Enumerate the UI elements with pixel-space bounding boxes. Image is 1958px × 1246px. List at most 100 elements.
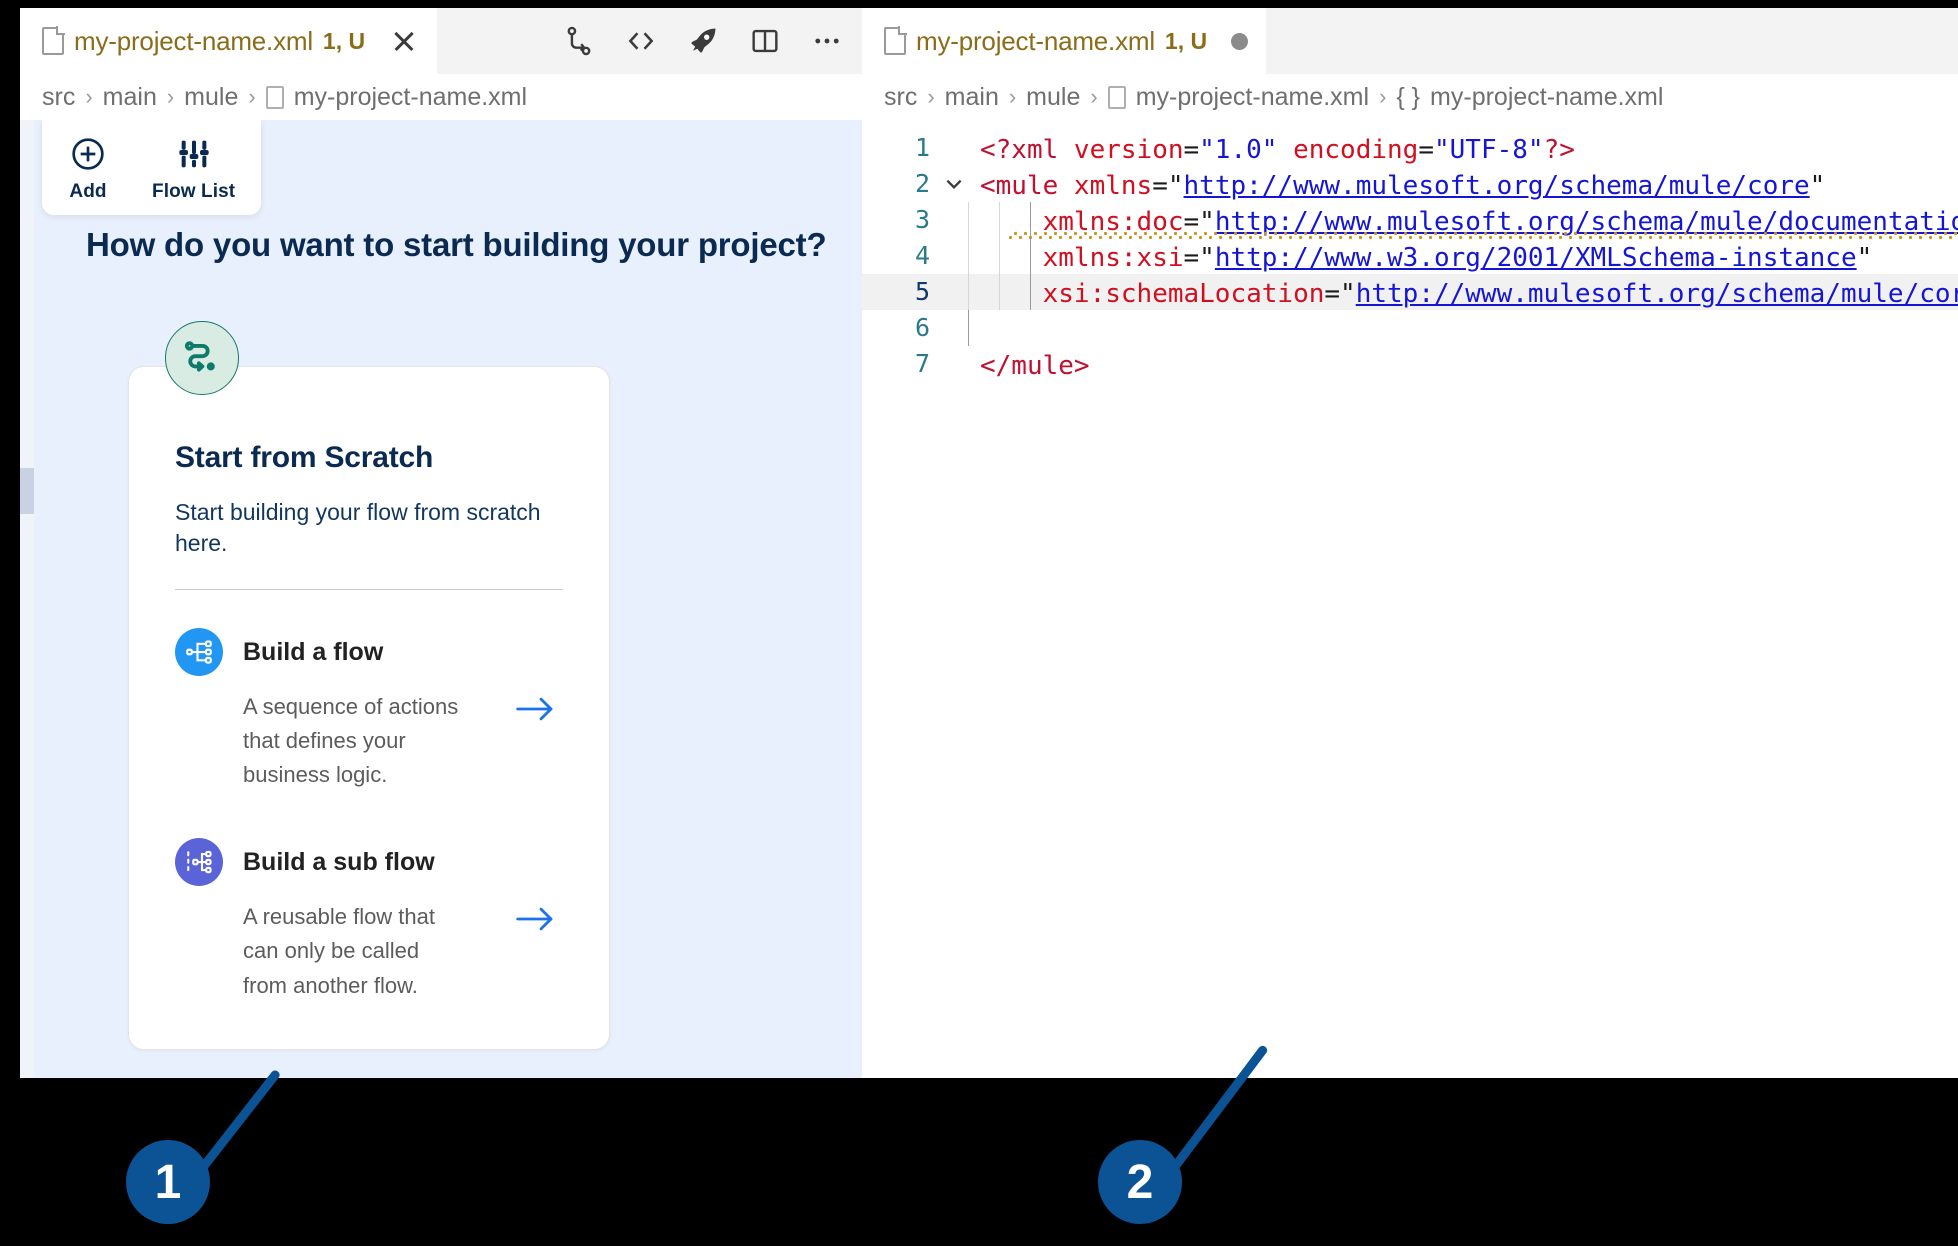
option-build-a-sub-flow[interactable]: Build a sub flow A reusable flow that ca… [175, 838, 563, 1002]
code-line[interactable]: 3 xmlns:doc="http://www.mulesoft.org/sch… [862, 202, 1958, 239]
flow-list-button-label: Flow List [152, 181, 236, 202]
card-subtitle: Start building your flow from scratch he… [175, 499, 541, 557]
arrow-right-icon[interactable] [515, 904, 555, 934]
right-tab-badge: 1, U [1164, 27, 1208, 54]
run-rocket-icon[interactable] [686, 24, 720, 58]
code-text: <?xml version="1.0" encoding="UTF‑8"?> [980, 132, 1575, 168]
chevron-right-icon: › [248, 84, 256, 109]
left-tabbar-actions [562, 8, 844, 74]
canvas-toolbar: Add Flow List [42, 120, 262, 215]
more-actions-icon[interactable] [810, 24, 844, 58]
code-text: xmlns:xsi="http://www.w3.org/2001/XMLSch… [980, 240, 1873, 276]
code-token: = [1418, 135, 1434, 165]
code-token: " [1340, 279, 1356, 309]
code-token: encoding [1293, 135, 1419, 165]
code-token: " [1809, 171, 1826, 201]
indent-guide [968, 274, 969, 310]
divider [175, 589, 563, 591]
file-icon [884, 26, 907, 55]
option-title: Build a sub flow [243, 847, 435, 876]
breadcrumb-symbol[interactable]: my-project-name.xml [1430, 83, 1663, 112]
code-line[interactable]: 5 xsi:schemaLocation="http://www.mulesof… [862, 274, 1958, 310]
code-text: </mule> [980, 348, 1090, 384]
code-token: xmlns:xsi [1042, 243, 1184, 273]
code-line[interactable]: 2 <mule xmlns="http://www.mulesoft.org/sc… [862, 166, 1958, 202]
start-from-scratch-card: Start from Scratch Start building your f… [128, 321, 610, 1050]
code-token: " [1167, 171, 1184, 201]
code-token: <?xml [980, 135, 1074, 165]
code-token: = [1324, 279, 1341, 309]
plus-circle-icon [72, 138, 104, 170]
code-line[interactable]: 6 [862, 310, 1958, 346]
callout-marker-2: 2 [1098, 1140, 1182, 1224]
start-building-panel: Add Flow List How do you want to start b… [20, 120, 862, 1078]
option-header: Build a flow [175, 628, 563, 677]
breadcrumb-item-file[interactable]: my-project-name.xml [294, 83, 527, 112]
code-token: = [1183, 135, 1200, 165]
code-token: http://www.mulesoft.org/schema/mule/core [1355, 279, 1958, 309]
breadcrumb-item-main[interactable]: main [103, 83, 157, 112]
right-tab-filename: my-project-name.xml [916, 25, 1155, 56]
breadcrumb-item-src[interactable]: src [42, 83, 75, 112]
arrow-right-icon[interactable] [515, 694, 555, 724]
screenshot-root: my-project-name.xml 1, U src › main › mu… [0, 0, 1958, 1246]
panel-scrollbar[interactable] [20, 120, 34, 1078]
source-control-icon[interactable] [562, 24, 596, 58]
code-text: xsi:schemaLocation="http://www.mulesoft.… [980, 276, 1958, 312]
option-build-a-flow[interactable]: Build a flow A sequence of actions that … [175, 628, 563, 792]
line-number: 5 [914, 277, 930, 306]
code-token: version [1073, 135, 1184, 165]
page-title: How do you want to start building your p… [86, 226, 827, 263]
code-line[interactable]: 7 </mule> [862, 346, 1958, 382]
right-tab-my-project-name-xml[interactable]: my-project-name.xml 1, U [862, 8, 1267, 74]
code-line[interactable]: 4 xmlns:xsi="http://www.w3.org/2001/XMLS… [862, 238, 1958, 274]
indent-guide [968, 238, 969, 274]
file-icon [42, 26, 65, 55]
line-number: 1 [914, 133, 930, 162]
callout-number: 2 [1126, 1155, 1154, 1209]
code-token: = [1152, 171, 1168, 201]
line-number: 7 [914, 349, 930, 378]
vscode-window: my-project-name.xml 1, U src › main › mu… [20, 8, 1958, 1078]
chevron-down-icon[interactable] [944, 174, 964, 194]
code-token: ?> [1543, 135, 1575, 165]
option-title: Build a flow [243, 637, 384, 666]
code-brackets-icon[interactable] [624, 24, 658, 58]
code-lines: 1 <?xml version="1.0" encoding="UTF‑8"?> 2… [862, 130, 1958, 382]
breadcrumb-item-mule[interactable]: mule [184, 83, 238, 112]
split-editor-icon[interactable] [748, 24, 782, 58]
right-editor-pane: my-project-name.xml 1, U src › main › mu… [862, 8, 1958, 1078]
panel-scrollbar-thumb[interactable] [20, 468, 34, 514]
file-icon [265, 85, 284, 109]
option-header: Build a sub flow [175, 838, 563, 887]
breadcrumb-item-mule[interactable]: mule [1026, 83, 1080, 112]
code-editor[interactable]: 1 <?xml version="1.0" encoding="UTF‑8"?> 2… [862, 120, 1958, 1078]
code-line[interactable]: 1 <?xml version="1.0" encoding="UTF‑8"?> [862, 130, 1958, 166]
code-token: <mule [980, 171, 1074, 201]
unsaved-dot-icon[interactable] [1231, 32, 1249, 50]
add-button[interactable]: Add [68, 134, 108, 203]
route-path-icon [165, 321, 239, 395]
code-token: http://www.mulesoft.org/schema/mule/core [1183, 171, 1810, 201]
code-text: <mule xmlns="http://www.mulesoft.org/sch… [980, 168, 1825, 204]
option-description: A sequence of actions that defines your … [243, 694, 459, 788]
right-tab-bar: my-project-name.xml 1, U [862, 8, 1958, 74]
code-token: " [1199, 243, 1215, 273]
code-token: </mule> [980, 351, 1090, 381]
left-editor-pane: my-project-name.xml 1, U src › main › mu… [20, 8, 862, 1078]
option-description: A reusable flow that can only be called … [243, 904, 436, 998]
code-token: " [1856, 243, 1873, 273]
close-icon[interactable] [389, 26, 419, 56]
breadcrumb-item-main[interactable]: main [945, 83, 999, 112]
code-token: xsi:schemaLocation [1042, 279, 1325, 309]
breadcrumb-item-file[interactable]: my-project-name.xml [1136, 83, 1369, 112]
line-number: 2 [914, 169, 930, 198]
file-icon [1107, 85, 1126, 109]
code-token: xmlns [1073, 171, 1153, 201]
flow-list-button[interactable]: Flow List [152, 134, 235, 203]
breadcrumb-item-src[interactable]: src [884, 83, 917, 112]
left-tab-my-project-name-xml[interactable]: my-project-name.xml 1, U [20, 8, 438, 74]
callout-number: 1 [154, 1155, 182, 1209]
code-token: http://www.w3.org/2001/XMLSchema‑instanc… [1214, 243, 1857, 273]
